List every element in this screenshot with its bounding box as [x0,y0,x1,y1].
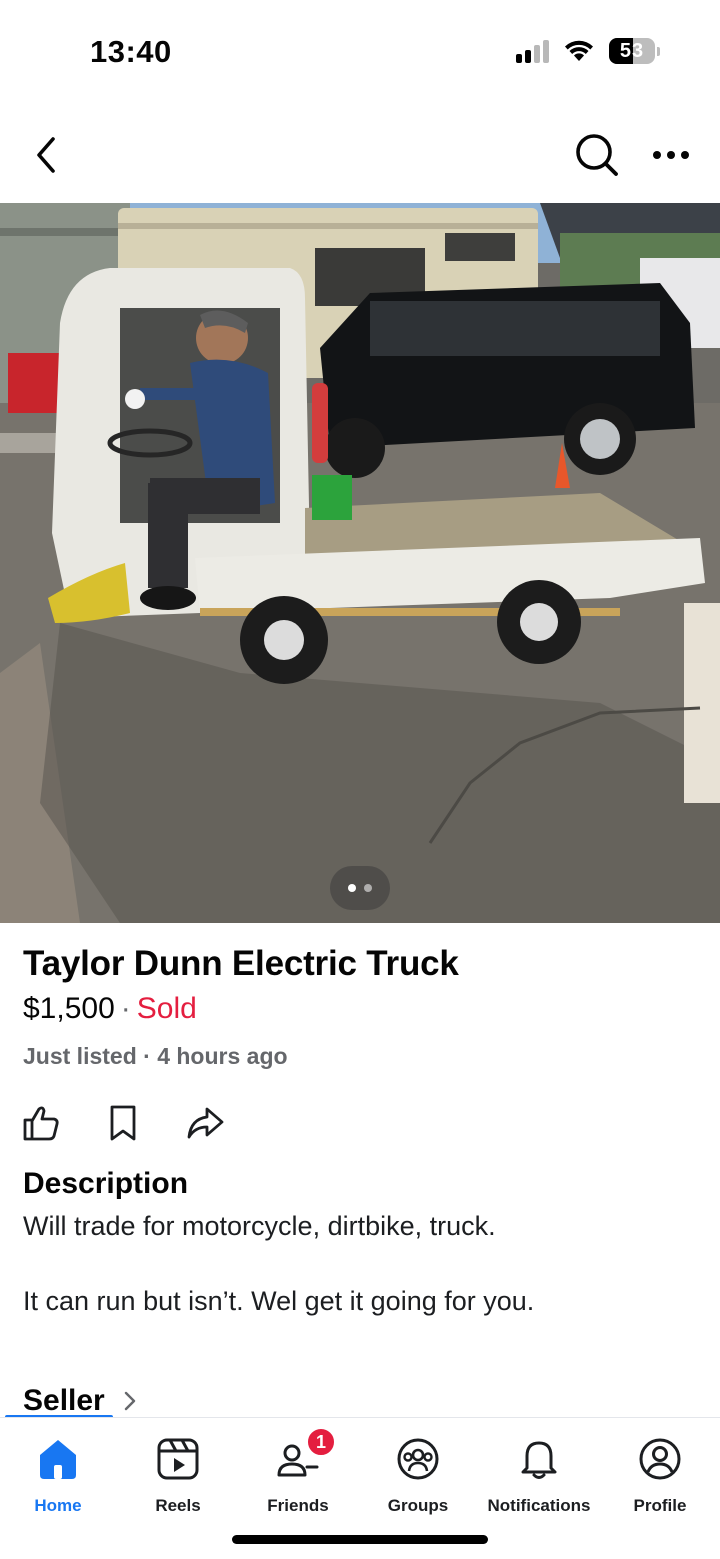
save-icon [110,1105,136,1141]
wifi-icon [565,40,593,61]
photo-dot-1[interactable] [348,884,356,892]
listing-meta: Just listed · 4 hours ago [23,1043,288,1069]
battery-level: 53 [619,39,645,62]
tab-friends-label: Friends [267,1496,329,1515]
tab-groups-label: Groups [387,1496,449,1515]
tab-reels-label: Reels [155,1496,201,1515]
tab-profile-label: Profile [633,1496,687,1515]
search-button[interactable] [570,128,624,182]
truck-photo-illustration [0,203,720,923]
tab-home[interactable]: Home [0,1434,118,1516]
photo-pagination[interactable] [330,866,390,910]
reels-icon [157,1438,199,1480]
home-indicator [232,1535,488,1544]
listing-photo[interactable] [0,203,720,923]
chevron-right-icon [124,1391,135,1411]
tab-notifications[interactable]: Notifications [479,1434,599,1516]
share-icon [187,1107,224,1139]
like-button[interactable] [18,1100,64,1146]
groups-icon [397,1438,439,1480]
price-line: $1,500 · Sold [23,992,197,1026]
sold-status: Sold [136,992,197,1025]
back-button[interactable] [22,130,70,180]
listing-title: Taylor Dunn Electric Truck [23,944,459,983]
listing-price: $1,500 [23,992,115,1025]
cellular-signal-icon [516,39,549,63]
tab-profile[interactable]: Profile [600,1434,720,1516]
profile-icon [639,1438,681,1480]
chevron-left-icon [37,137,55,173]
description-line-1: Will trade for motorcycle, dirtbike, tru… [23,1211,496,1241]
tab-friends[interactable]: 1 Friends [238,1426,358,1516]
seller-section-link[interactable]: Seller [23,1384,137,1418]
description-heading: Description [23,1167,189,1200]
friends-notification-badge: 1 [305,1426,337,1458]
share-button[interactable] [182,1100,228,1146]
tab-reels[interactable]: Reels [118,1434,238,1516]
tab-home-label: Home [34,1496,82,1515]
seller-heading: Seller [23,1384,105,1417]
status-time: 13:40 [90,34,172,69]
save-button[interactable] [100,1100,146,1146]
bell-icon [521,1441,557,1479]
status-icons: 53 [516,38,660,64]
top-nav-bar [0,120,720,190]
listing-actions [18,1100,228,1146]
search-icon [576,134,618,176]
description-line-2: It can run but isn’t. Wel get it going f… [23,1286,535,1316]
status-bar: 13:40 53 [0,0,720,100]
more-options-button[interactable] [644,128,698,182]
home-icon [40,1440,76,1479]
like-icon [23,1106,59,1141]
battery-icon: 53 [609,38,660,64]
photo-dot-2[interactable] [364,884,372,892]
price-separator: · [120,992,131,1025]
tab-groups[interactable]: Groups [358,1434,478,1516]
tab-notifications-label: Notifications [487,1496,591,1515]
more-horizontal-icon [653,151,689,159]
